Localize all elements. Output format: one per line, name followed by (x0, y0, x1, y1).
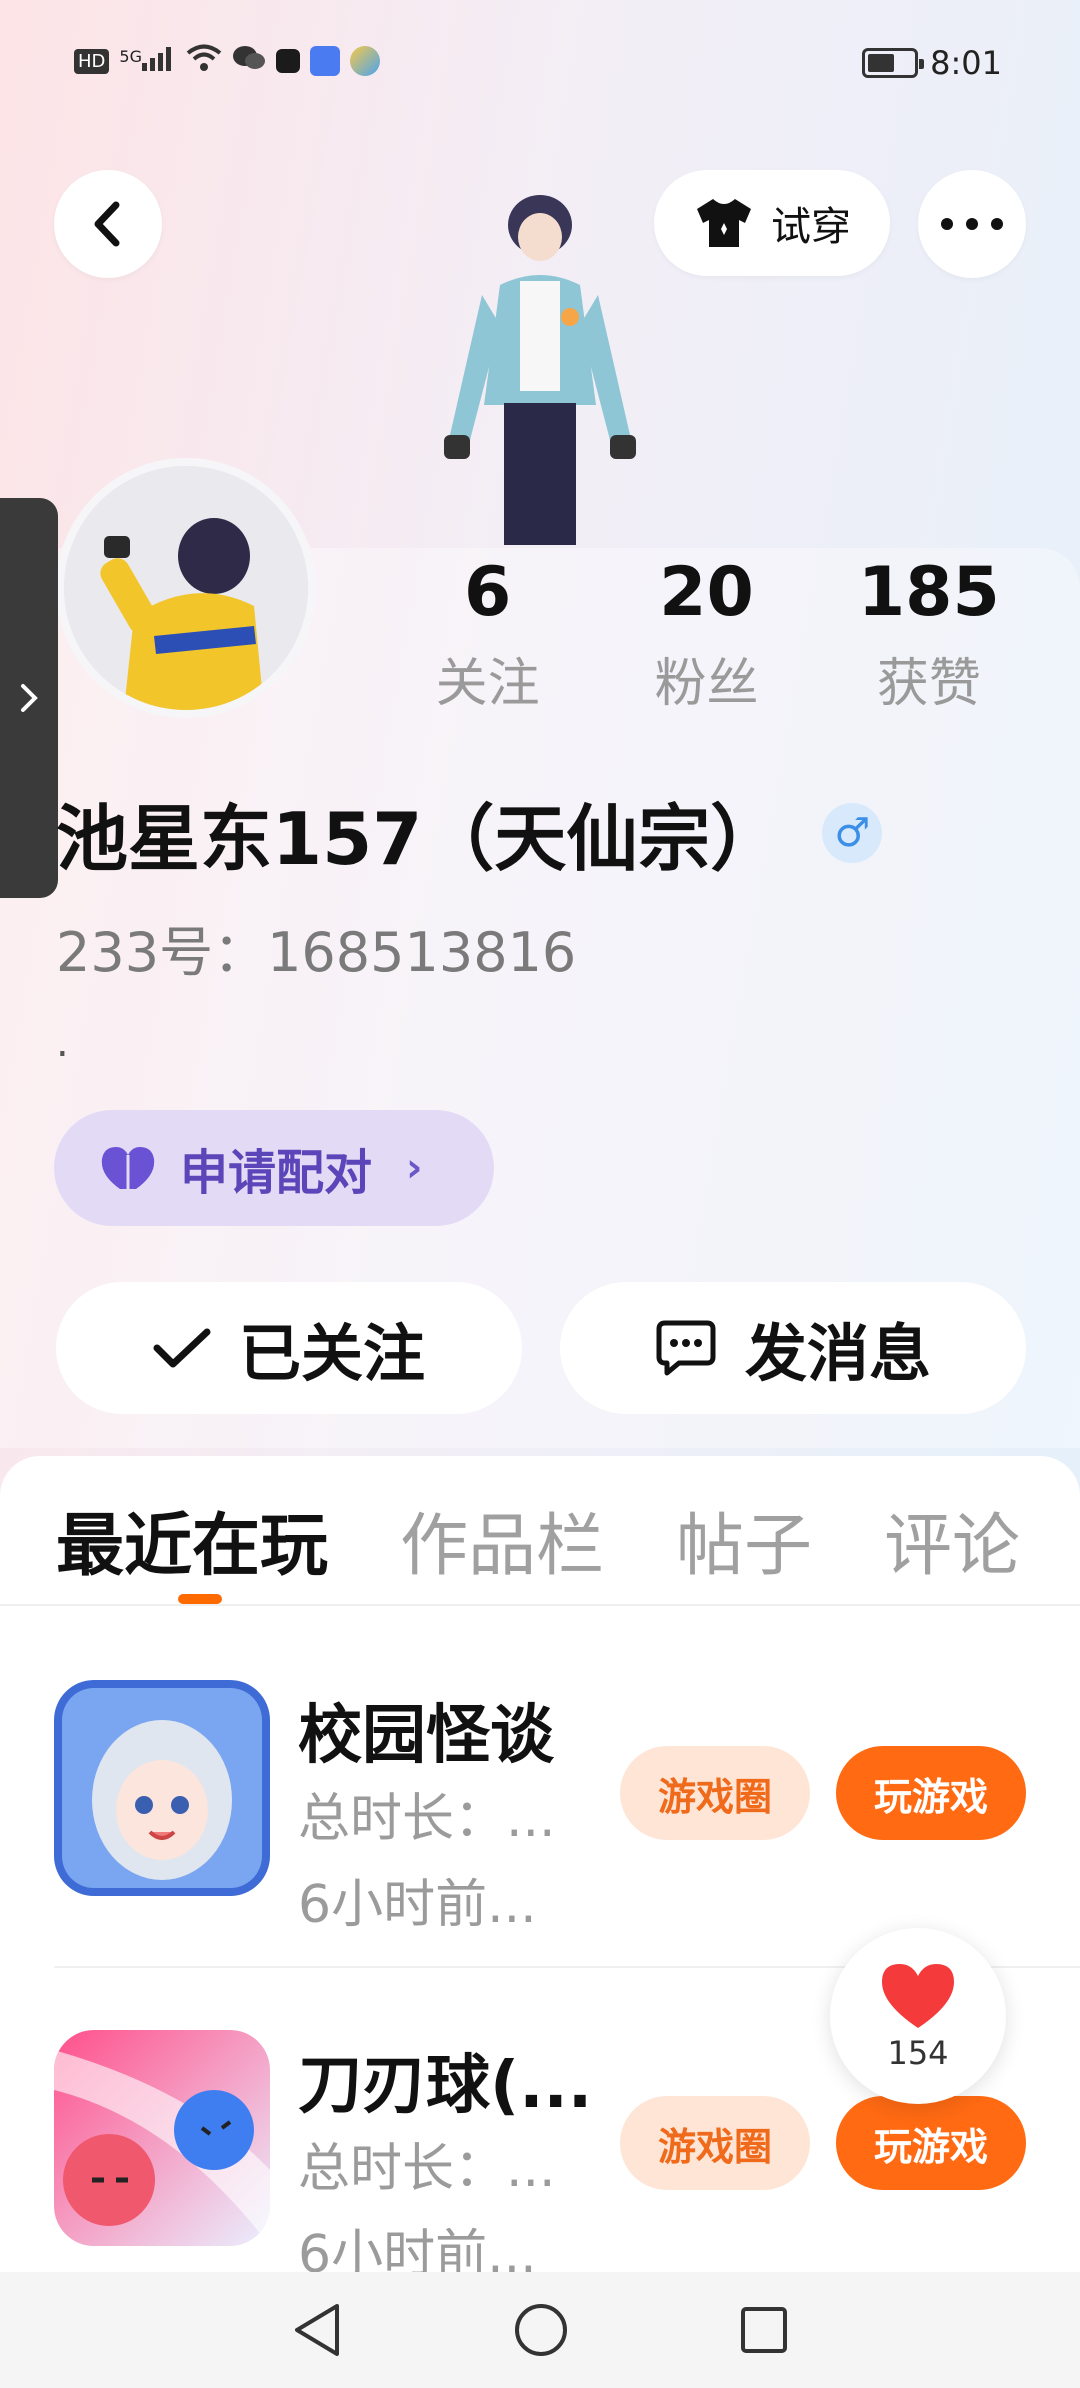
list-item[interactable]: 校园怪谈 总时长：... 6小时前... 游戏圈 玩游戏 (0, 1680, 1080, 1940)
tab-comments[interactable]: 评论 (884, 1490, 1020, 1589)
system-navigation-bar (0, 2272, 1080, 2388)
status-bar: HD 5G 8:01 (0, 0, 1080, 130)
like-floating-button[interactable]: 154 (830, 1928, 1006, 2104)
signal-5g-icon: 5G (119, 45, 176, 77)
heart-icon (882, 1964, 954, 2028)
tab-posts[interactable]: 帖子 (676, 1490, 812, 1589)
stat-likes-label: 获赞 (876, 654, 981, 714)
game-icon-blade-ball[interactable] (54, 2030, 270, 2246)
user-id[interactable]: 233号：168513816 (56, 908, 576, 987)
stat-following-count: 6 (464, 553, 512, 632)
game-last-played: 6小时前... (298, 1875, 537, 1935)
clock: 8:01 (930, 44, 1002, 82)
wifi-icon (186, 44, 222, 78)
send-message-button[interactable]: 发消息 (560, 1282, 1026, 1414)
avatar[interactable] (56, 458, 316, 718)
name-row: 池星东157（天仙宗） ♂ (56, 780, 883, 885)
active-tab-indicator (178, 1594, 222, 1604)
followed-label: 已关注 (238, 1317, 425, 1390)
nav-home-icon[interactable] (513, 2302, 569, 2358)
stat-followers-label: 粉丝 (654, 654, 759, 714)
more-dots-icon (941, 218, 1003, 230)
battery-icon (862, 48, 925, 78)
wechat-icon (232, 44, 266, 78)
game-duration: 总时长：... (298, 2139, 556, 2199)
send-message-label: 发消息 (744, 1317, 931, 1390)
app-icon (275, 49, 300, 73)
tab-recently-played[interactable]: 最近在玩 (56, 1490, 328, 1589)
game-icon-campus-tales[interactable] (54, 1680, 270, 1896)
play-game-button[interactable]: 玩游戏 (836, 2096, 1026, 2190)
chevron-left-icon (94, 201, 120, 247)
play-game-button[interactable]: 玩游戏 (836, 1746, 1026, 1840)
user-bio: . (56, 1020, 69, 1066)
stat-likes[interactable]: 185 获赞 (818, 548, 1040, 720)
chat-bubble-icon (656, 1320, 716, 1376)
tshirt-icon (697, 199, 751, 247)
profile-tabs: 最近在玩 作品栏 帖子 评论 (56, 1490, 1020, 1589)
side-drawer-handle[interactable] (0, 498, 58, 898)
hd-icon: HD (74, 48, 110, 74)
stat-following[interactable]: 6 关注 (420, 548, 555, 720)
user-name: 池星东157（天仙宗） (56, 797, 783, 881)
more-options-button[interactable] (918, 170, 1026, 278)
game-circle-button[interactable]: 游戏圈 (620, 1746, 810, 1840)
stats-row: 6 关注 20 粉丝 185 获赞 (420, 548, 1040, 720)
followed-button[interactable]: 已关注 (56, 1282, 522, 1414)
heart-pair-icon (101, 1147, 155, 1189)
like-count: 154 (887, 2034, 949, 2072)
app-icon-3 (349, 46, 380, 76)
apply-pair-button[interactable]: 申请配对 › (54, 1110, 494, 1226)
nav-back-icon[interactable] (291, 2302, 343, 2358)
tab-works[interactable]: 作品栏 (400, 1490, 604, 1589)
stat-followers-count: 20 (659, 553, 754, 632)
nav-recents-icon[interactable] (739, 2305, 789, 2355)
checkmark-icon (153, 1328, 211, 1368)
stat-following-label: 关注 (435, 654, 540, 714)
apply-pair-label: 申请配对 (180, 1145, 373, 1201)
tab-divider (0, 1604, 1080, 1606)
try-on-button[interactable]: 试穿 (654, 170, 890, 276)
game-duration: 总时长：... (298, 1789, 556, 1849)
male-gender-icon: ♂ (822, 802, 883, 863)
try-on-label: 试穿 (771, 204, 851, 250)
back-button[interactable] (54, 170, 162, 278)
app-icon-2 (309, 46, 340, 76)
profile-page: HD 5G 8:01 试穿 6 关注 20 粉丝 185 获赞 池星东157（天… (0, 0, 1080, 2388)
stat-likes-count: 185 (857, 553, 1000, 632)
stat-followers[interactable]: 20 粉丝 (595, 548, 817, 720)
character-figure[interactable] (420, 185, 660, 545)
game-title: 校园怪谈 (298, 1699, 554, 1773)
game-circle-button[interactable]: 游戏圈 (620, 2096, 810, 2190)
chevron-right-icon: › (406, 1145, 423, 1191)
game-title: 刀刃球(... (298, 2049, 593, 2123)
chevron-right-icon (21, 684, 38, 712)
